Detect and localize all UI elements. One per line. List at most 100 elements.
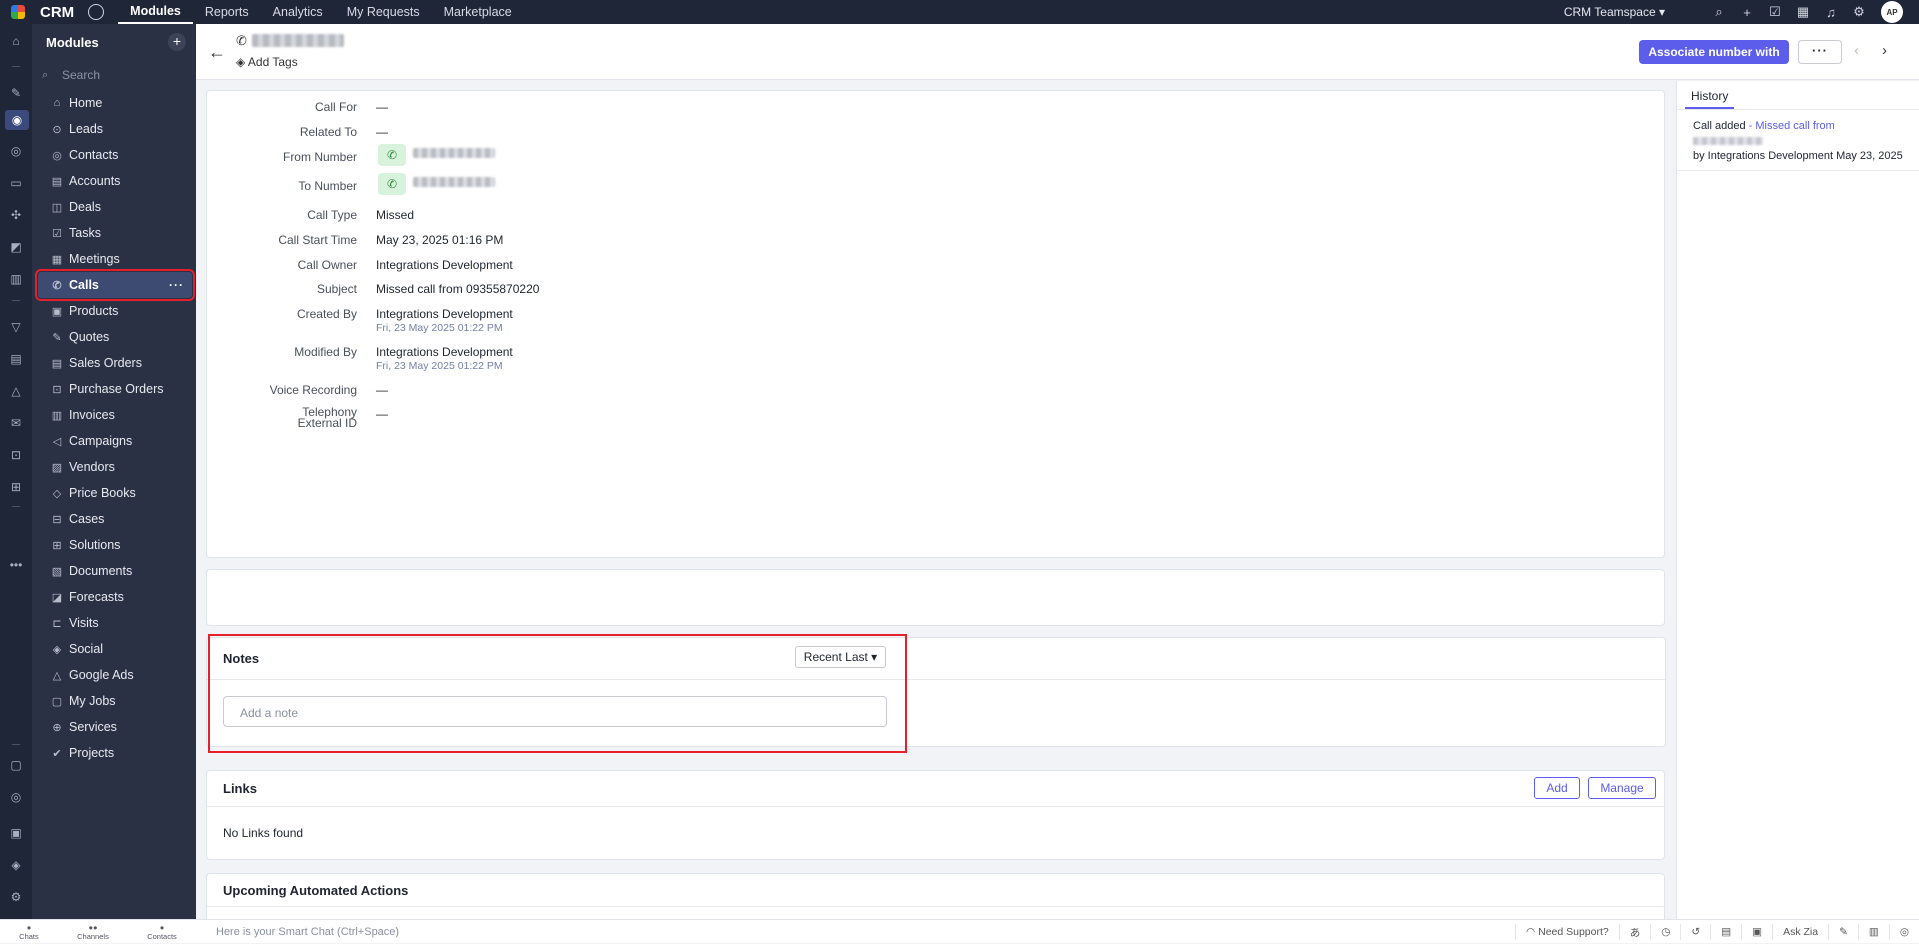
chats-button[interactable]: ● Chats <box>19 923 39 941</box>
module-list: ⌂ Home ⊙ Leads ◎ Contacts ▤ Accounts ◫ Deals ☑ Task… <box>32 90 196 766</box>
feeds-icon[interactable]: ▭ <box>8 176 24 190</box>
bell-icon[interactable]: ♫ <box>1817 5 1845 20</box>
sidebar-item-campaigns[interactable]: ◁ Campaigns <box>32 428 196 454</box>
more-options-icon[interactable]: ··· <box>169 278 184 292</box>
previous-record-icon[interactable]: ‹ <box>1854 42 1859 59</box>
add-icon[interactable]: + <box>1733 5 1761 20</box>
more-icon[interactable]: ••• <box>8 558 24 572</box>
brand-name[interactable]: CRM <box>40 4 74 21</box>
sidebar-item-my-jobs[interactable]: ▢ My Jobs <box>32 688 196 714</box>
filter-icon[interactable]: ▽ <box>8 320 24 334</box>
search-records-icon[interactable]: ◎ <box>8 144 24 158</box>
sidebar-item-calls[interactable]: ✆ Calls ··· <box>35 269 195 301</box>
sidebar-item-social[interactable]: ◈ Social <box>32 636 196 662</box>
sidebar-item-price-books[interactable]: ◇ Price Books <box>32 480 196 506</box>
translate-icon[interactable]: あ <box>1618 924 1651 940</box>
forecasts-icon: ◪ <box>51 591 63 604</box>
sidebar-item-leads[interactable]: ⊙ Leads <box>32 116 196 142</box>
add-link-button[interactable]: Add <box>1534 777 1580 799</box>
tab-my-requests[interactable]: My Requests <box>335 0 432 24</box>
channels-button[interactable]: ●● Channels <box>77 923 109 941</box>
need-support-button[interactable]: ◠ Need Support? <box>1515 924 1619 940</box>
layout-icon[interactable]: ▥ <box>1857 924 1889 940</box>
sales-icon[interactable]: ✎ <box>8 86 24 100</box>
sidebar-item-projects[interactable]: ✔ Projects <box>32 740 196 766</box>
edit-icon[interactable]: ✎ <box>1828 924 1858 940</box>
sidebar-item-cases[interactable]: ⊟ Cases <box>32 506 196 532</box>
sidebar-item-accounts[interactable]: ▤ Accounts <box>32 168 196 194</box>
avatar[interactable]: AP <box>1881 1 1903 23</box>
modules-search-input[interactable]: ⌕ Search <box>42 64 186 86</box>
settings-flow-icon[interactable]: ✣ <box>8 208 24 222</box>
sidebar-item-label: Price Books <box>69 486 136 500</box>
sidebar-item-sales-orders[interactable]: ▤ Sales Orders <box>32 350 196 376</box>
notes-icon[interactable]: ▤ <box>1710 924 1741 940</box>
grid-icon[interactable]: ▤ <box>8 352 24 366</box>
field-label: From Number <box>282 150 357 164</box>
gear-icon[interactable]: ⚙ <box>1845 4 1873 20</box>
next-record-icon[interactable]: › <box>1882 42 1887 59</box>
support-icon[interactable]: ◎ <box>1888 924 1919 940</box>
sidebar-item-tasks[interactable]: ☑ Tasks <box>32 220 196 246</box>
tag-icon[interactable]: ◈ <box>8 858 24 872</box>
sidebar-item-deals[interactable]: ◫ Deals <box>32 194 196 220</box>
back-arrow-icon[interactable]: ← <box>208 42 226 63</box>
sidebar-item-google-ads[interactable]: △ Google Ads <box>32 662 196 688</box>
sidebar-item-contacts[interactable]: ◎ Contacts <box>32 142 196 168</box>
dashboard-icon[interactable]: ◩ <box>8 240 24 254</box>
analytics-icon[interactable]: △ <box>8 384 24 398</box>
globe-icon[interactable] <box>88 4 105 20</box>
sidebar-item-home[interactable]: ⌂ Home <box>32 90 196 116</box>
contacts-button[interactable]: ● Contacts <box>147 923 177 941</box>
tab-history[interactable]: History <box>1685 89 1735 109</box>
screen-icon[interactable]: ▣ <box>1741 924 1772 940</box>
sidebar-item-visits[interactable]: ⊏ Visits <box>32 610 196 636</box>
teamspace-selector[interactable]: CRM Teamspace ▾ <box>1564 5 1665 19</box>
history-icon[interactable]: ↺ <box>1680 924 1710 940</box>
search-icon[interactable]: ⌕ <box>1705 4 1733 20</box>
tab-modules[interactable]: Modules <box>118 0 193 24</box>
add-tags-button[interactable]: ◈ Add Tags <box>236 55 298 69</box>
more-actions-button[interactable]: ··· <box>1798 40 1842 64</box>
alarm-icon[interactable]: ◷ <box>1650 924 1680 940</box>
table-icon[interactable]: ⊞ <box>8 480 24 494</box>
sidebar-item-forecasts[interactable]: ◪ Forecasts <box>32 584 196 610</box>
sidebar-item-quotes[interactable]: ✎ Quotes <box>32 324 196 350</box>
field-label: Created By <box>296 307 357 321</box>
zia-icon[interactable]: ◎ <box>8 790 24 804</box>
calendar-icon[interactable]: ▦ <box>1789 4 1817 20</box>
activity-icon[interactable]: ☑ <box>1761 4 1789 20</box>
sidebar-item-products[interactable]: ▣ Products <box>32 298 196 324</box>
crm-logo-icon[interactable] <box>0 0 36 24</box>
associate-number-button[interactable]: Associate number with <box>1639 40 1789 64</box>
sidebar-item-vendors[interactable]: ▨ Vendors <box>32 454 196 480</box>
add-module-button[interactable]: + <box>168 33 186 51</box>
tab-analytics[interactable]: Analytics <box>261 0 335 24</box>
tab-reports[interactable]: Reports <box>193 0 261 24</box>
phone-call-icon[interactable]: ✆ <box>378 173 406 195</box>
chat-icon[interactable]: ▢ <box>8 758 24 772</box>
phone-call-icon[interactable]: ✆ <box>378 144 406 166</box>
history-record-link[interactable]: - Missed call from <box>1749 120 1835 132</box>
field-value: — <box>376 407 388 421</box>
projects-icon: ✔ <box>52 747 62 760</box>
sidebar-item-invoices[interactable]: ▥ Invoices <box>32 402 196 428</box>
smart-chat-input[interactable]: Here is your Smart Chat (Ctrl+Space) <box>216 926 399 938</box>
sidebar-item-purchase-orders[interactable]: ⊡ Purchase Orders <box>32 376 196 402</box>
home-icon[interactable]: ⌂ <box>8 34 24 48</box>
manage-links-button[interactable]: Manage <box>1588 777 1656 799</box>
marketplace-icon[interactable]: ⚙ <box>8 890 24 904</box>
sidebar-item-services[interactable]: ⊕ Services <box>32 714 196 740</box>
sidebar-item-documents[interactable]: ▧ Documents <box>32 558 196 584</box>
sidebar-item-solutions[interactable]: ⊞ Solutions <box>32 532 196 558</box>
divider <box>1677 170 1919 171</box>
tab-marketplace[interactable]: Marketplace <box>432 0 524 24</box>
ask-zia-button[interactable]: Ask Zia <box>1772 924 1828 940</box>
mail-icon[interactable]: ✉ <box>8 416 24 430</box>
inventory-icon[interactable]: ▥ <box>8 272 24 286</box>
wallet-icon[interactable]: ▣ <box>8 826 24 840</box>
modules-icon[interactable]: ◉ <box>5 110 29 130</box>
form-icon[interactable]: ⊡ <box>8 448 24 462</box>
sidebar-item-label: Visits <box>69 616 99 630</box>
sidebar-item-meetings[interactable]: ▦ Meetings <box>32 246 196 272</box>
